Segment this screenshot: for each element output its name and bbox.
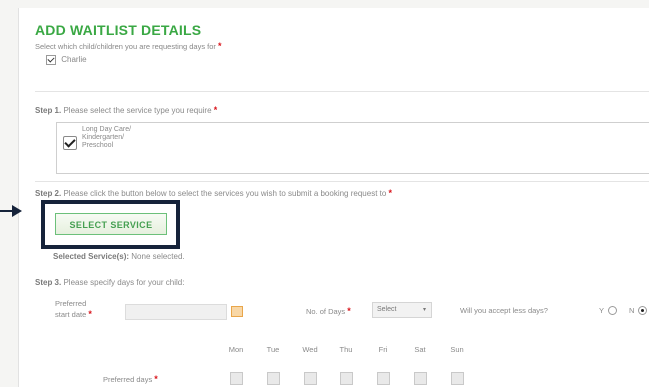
divider xyxy=(35,91,649,92)
num-days-label-text: No. of Days xyxy=(306,307,346,316)
required-marker: * xyxy=(154,374,158,384)
day-thu-checkbox[interactable] xyxy=(340,372,353,385)
num-days-select-value: Select xyxy=(377,306,397,313)
service-type-line: Long Day Care/ xyxy=(82,126,132,133)
required-marker: * xyxy=(213,105,218,115)
step3-heading: Step 3. Please specify days for your chi… xyxy=(35,278,184,287)
day-mon-checkbox[interactable] xyxy=(230,372,243,385)
day-wed-checkbox[interactable] xyxy=(304,372,317,385)
step1-number: Step 1. xyxy=(35,106,62,115)
required-marker: * xyxy=(218,41,222,51)
step2-number: Step 2. xyxy=(35,189,62,198)
day-fri-checkbox[interactable] xyxy=(377,372,390,385)
day-thu-label: Thu xyxy=(339,345,353,354)
step3-number: Step 3. xyxy=(35,278,62,287)
day-sat-checkbox[interactable] xyxy=(414,372,427,385)
start-date-input[interactable] xyxy=(125,304,227,320)
accept-less-label: Will you accept less days? xyxy=(460,306,548,315)
page-title: ADD WAITLIST DETAILS xyxy=(35,22,202,38)
preferred-days-label-text: Preferred days xyxy=(103,375,153,384)
step2-text: Please click the button below to select … xyxy=(63,189,387,198)
start-date-label-line: Preferred xyxy=(55,299,87,308)
num-days-label: No. of Days * xyxy=(306,306,351,316)
accept-less-no-radio[interactable] xyxy=(638,306,647,315)
required-marker: * xyxy=(88,309,92,319)
required-marker: * xyxy=(388,188,393,198)
child-option[interactable]: Charlie xyxy=(46,55,87,65)
selected-services-value: None selected. xyxy=(131,252,185,261)
service-type-box: Long Day Care/ Kindergarten/ Preschool xyxy=(56,122,649,174)
divider xyxy=(35,181,649,182)
step1-text: Please select the service type you requi… xyxy=(63,106,212,115)
day-sat-label: Sat xyxy=(414,345,426,354)
day-tue-label: Tue xyxy=(266,345,280,354)
service-type-checkbox[interactable] xyxy=(63,136,77,150)
step2-heading: Step 2. Please click the button below to… xyxy=(35,188,392,198)
num-days-select[interactable]: Select ▾ xyxy=(372,302,432,318)
child-prompt: Select which child/children you are requ… xyxy=(35,41,222,51)
day-sun-label: Sun xyxy=(450,345,464,354)
child-name: Charlie xyxy=(61,55,87,65)
step3-text: Please specify days for your child: xyxy=(63,278,185,287)
service-type-label: Long Day Care/ Kindergarten/ Preschool xyxy=(82,126,131,150)
chevron-down-icon: ▾ xyxy=(422,307,426,313)
start-date-label-line: start date xyxy=(55,310,87,319)
select-service-highlight: SELECT SERVICE xyxy=(41,200,180,249)
waitlist-form-panel: ADD WAITLIST DETAILS Select which child/… xyxy=(18,8,649,387)
day-mon-label: Mon xyxy=(228,345,244,354)
service-type-line: Preschool xyxy=(82,142,114,149)
accept-less-yes-label: Y xyxy=(599,306,605,315)
accept-less-yes-radio[interactable] xyxy=(608,306,617,315)
child-checkbox[interactable] xyxy=(46,55,56,65)
day-wed-label: Wed xyxy=(302,345,318,354)
day-fri-label: Fri xyxy=(378,345,388,354)
service-type-line: Kindergarten/ xyxy=(82,134,125,141)
selected-services-label: Selected Service(s): xyxy=(53,252,130,261)
select-service-button[interactable]: SELECT SERVICE xyxy=(55,213,167,235)
pointer-arrowhead-icon xyxy=(12,205,22,217)
preferred-days-label: Preferred days * xyxy=(103,374,158,384)
calendar-icon[interactable] xyxy=(231,306,243,317)
day-sun-checkbox[interactable] xyxy=(451,372,464,385)
step1-heading: Step 1. Please select the service type y… xyxy=(35,105,217,115)
day-tue-checkbox[interactable] xyxy=(267,372,280,385)
accept-less-no-label: N xyxy=(629,306,635,315)
start-date-label: Preferred start date * xyxy=(55,298,92,320)
required-marker: * xyxy=(347,306,351,316)
child-prompt-text: Select which child/children you are requ… xyxy=(35,42,216,51)
selected-services: Selected Service(s): None selected. xyxy=(53,252,185,261)
